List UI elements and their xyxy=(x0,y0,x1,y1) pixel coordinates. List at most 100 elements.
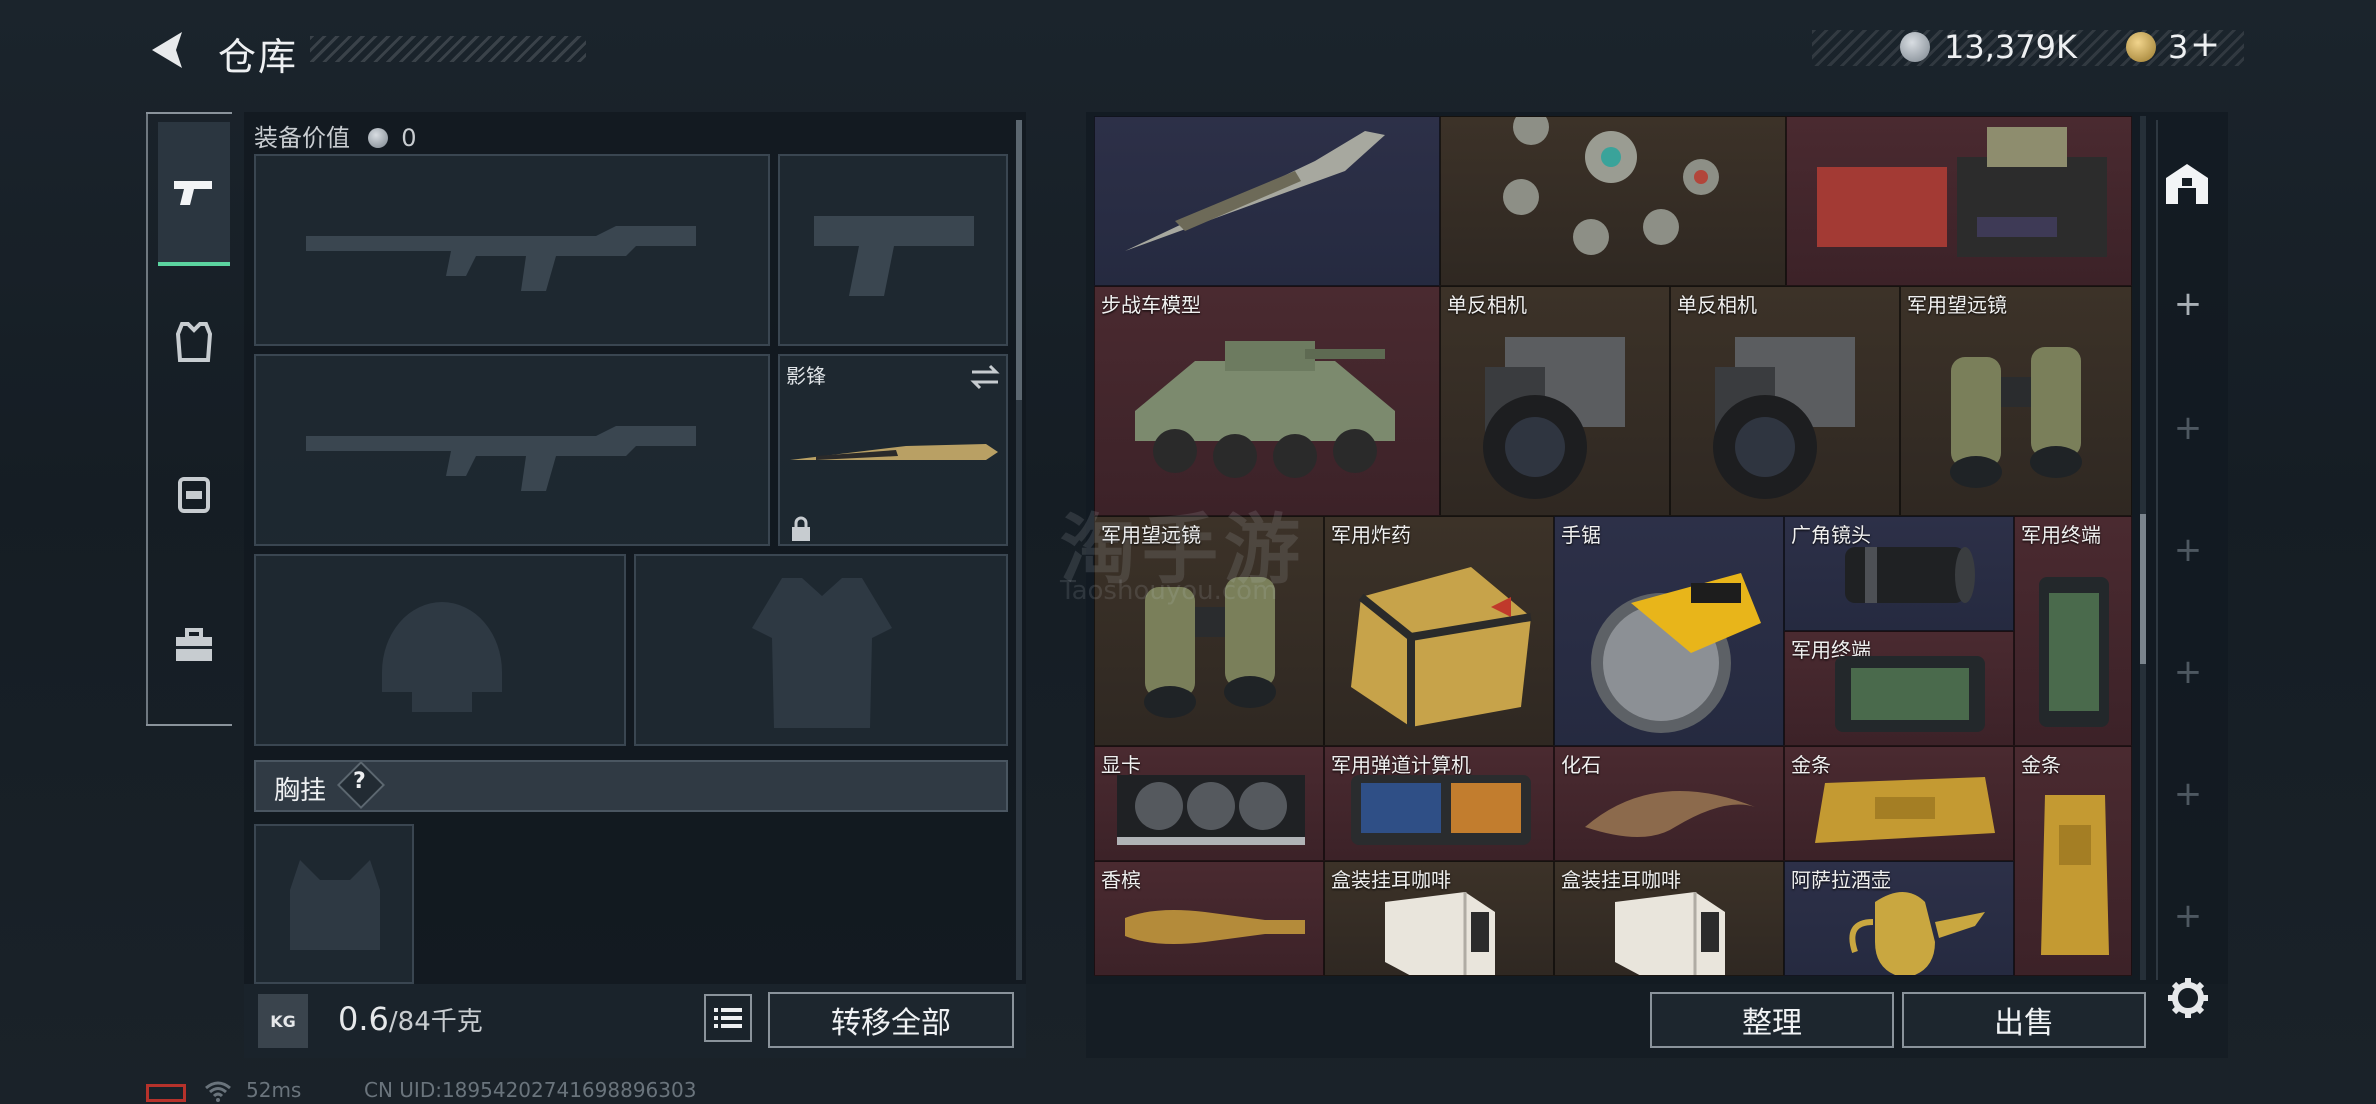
primary-weapon-slot-2[interactable] xyxy=(254,354,770,546)
storage-item[interactable]: 金条 xyxy=(2014,746,2132,976)
equipment-value: 装备价值 0 xyxy=(254,118,417,153)
add-storage-page-button[interactable]: + xyxy=(2170,410,2206,446)
storage-item[interactable]: 香槟 xyxy=(1094,861,1324,976)
rail-top-border xyxy=(146,112,232,114)
gold-amount: 3 xyxy=(2168,28,2189,66)
rifle-placeholder-icon xyxy=(306,426,696,491)
ammo-crate-icon xyxy=(1817,127,2107,257)
circular-saw-icon xyxy=(1591,573,1761,733)
backpack-icon xyxy=(178,477,210,513)
body-armor-slot[interactable] xyxy=(634,554,1008,746)
storage-item[interactable]: 显卡 xyxy=(1094,746,1324,861)
melee-knife-icon xyxy=(790,444,998,460)
storage-item[interactable]: 盒装挂耳咖啡 xyxy=(1554,861,1784,976)
storage-item[interactable]: 阿萨拉酒壶 xyxy=(1784,861,2014,976)
sidearm-slot[interactable] xyxy=(778,154,1008,346)
weight-icon-label: KG xyxy=(270,1011,296,1031)
storage-item[interactable] xyxy=(1786,116,2132,286)
settings-gear-icon[interactable] xyxy=(2166,976,2210,1020)
chest-rig-header: 胸挂 ? xyxy=(254,760,1008,812)
item-name: 香槟 xyxy=(1101,868,1141,892)
organize-button[interactable]: 整理 xyxy=(1650,992,1894,1048)
tab-storage-box[interactable] xyxy=(158,610,230,682)
equipment-value-label: 装备价值 xyxy=(254,124,350,152)
rail-bottom-border xyxy=(146,724,232,726)
combat-knife-icon xyxy=(1125,131,1385,251)
user-uid: CN UID:18954202741698896303 xyxy=(364,1078,697,1102)
storage-item[interactable]: 化石 xyxy=(1554,746,1784,861)
silver-coin-icon xyxy=(367,128,388,148)
pistol-placeholder-icon xyxy=(814,216,974,296)
transfer-all-button[interactable]: 转移全部 xyxy=(768,992,1014,1048)
add-storage-page-button[interactable]: + xyxy=(2170,286,2206,322)
list-icon xyxy=(714,1008,742,1028)
primary-weapon-slot-1[interactable] xyxy=(254,154,770,346)
equipment-scrollbar-thumb[interactable] xyxy=(1016,120,1022,400)
equipment-value-amount: 0 xyxy=(401,124,417,152)
silver-coin-icon xyxy=(1900,32,1930,62)
champagne-bottle-icon xyxy=(1125,910,1305,944)
fossil-claw-icon xyxy=(1585,791,1755,837)
storage-item[interactable]: 军用望远镜 xyxy=(1900,286,2132,516)
chest-rig-placeholder-icon xyxy=(290,860,380,950)
binoculars-icon xyxy=(1950,347,2082,488)
storage-item[interactable]: 金条 xyxy=(1784,746,2014,861)
melee-slot-name: 影锋 xyxy=(786,364,826,388)
storage-item[interactable]: 步战车模型 xyxy=(1094,286,1440,516)
item-name: 军用炸药 xyxy=(1331,523,1411,547)
tab-weapons[interactable] xyxy=(158,122,230,266)
storage-item[interactable]: 军用弹道计算机 xyxy=(1324,746,1554,861)
tab-armor[interactable] xyxy=(158,306,230,378)
storage-item[interactable]: 军用炸药 xyxy=(1324,516,1554,746)
storage-item[interactable]: 军用终端 xyxy=(2014,516,2132,746)
weight-icon: KG xyxy=(258,994,308,1048)
storage-item[interactable]: 盒装挂耳咖啡 xyxy=(1324,861,1554,976)
item-name: 军用望远镜 xyxy=(1907,293,2007,317)
watermark-subtext: Taoshouyou.com xyxy=(1060,576,1278,606)
gold-bar-icon xyxy=(1815,777,1995,843)
silver-amount: 13,379K xyxy=(1944,28,2077,66)
ballistic-computer-icon xyxy=(1351,775,1531,845)
page-title: 仓库 xyxy=(218,35,299,79)
add-currency-button[interactable]: + xyxy=(2190,24,2220,65)
explosive-box-icon xyxy=(1351,567,1532,727)
storage-item[interactable]: 单反相机 xyxy=(1670,286,1900,516)
help-icon: ? xyxy=(353,769,366,794)
storage-item[interactable]: 单反相机 xyxy=(1440,286,1670,516)
battery-icon xyxy=(146,1084,186,1102)
storage-item[interactable] xyxy=(1440,116,1786,286)
tab-backpack[interactable] xyxy=(158,458,230,530)
rifle-placeholder-icon xyxy=(306,226,696,291)
swap-icon[interactable] xyxy=(970,364,1000,390)
item-name: 军用终端 xyxy=(2021,523,2101,547)
weight-max: /84千克 xyxy=(388,1007,483,1037)
chest-rig-label: 胸挂 xyxy=(274,776,327,806)
melee-slot[interactable]: 影锋 xyxy=(778,354,1008,546)
storage-item[interactable]: 军用终端 xyxy=(1784,631,2014,746)
helmet-slot[interactable] xyxy=(254,554,626,746)
wifi-icon xyxy=(205,1081,231,1102)
add-storage-page-button[interactable]: + xyxy=(2170,532,2206,568)
add-storage-page-button[interactable]: + xyxy=(2170,776,2206,812)
sell-button[interactable]: 出售 xyxy=(1902,992,2146,1048)
lock-icon xyxy=(792,516,810,541)
storage-scrollbar-thumb[interactable] xyxy=(2140,514,2146,664)
ornate-jug-icon xyxy=(1849,892,1985,975)
coffee-box-icon xyxy=(1615,892,1725,975)
dslr-camera-icon xyxy=(1483,337,1625,499)
list-view-button[interactable] xyxy=(704,994,752,1042)
storage-item[interactable]: 手锯 xyxy=(1554,516,1784,746)
storage-item[interactable]: 广角镜头 xyxy=(1784,516,2014,631)
back-arrow-icon[interactable] xyxy=(146,28,188,72)
storage-item[interactable] xyxy=(1094,116,1440,286)
weight-readout: 0.6/84千克 xyxy=(338,1000,483,1038)
camera-lens-icon xyxy=(1845,547,1975,603)
add-storage-page-button[interactable]: + xyxy=(2170,654,2206,690)
item-name: 单反相机 xyxy=(1447,293,1527,317)
add-storage-page-button[interactable]: + xyxy=(2170,898,2206,934)
item-name: 步战车模型 xyxy=(1101,293,1201,317)
ornate-necklace-icon xyxy=(1503,117,1719,255)
chest-rig-slot[interactable] xyxy=(254,824,414,984)
toolbox-icon xyxy=(176,628,212,661)
storage-warehouse-icon[interactable] xyxy=(2162,160,2212,206)
